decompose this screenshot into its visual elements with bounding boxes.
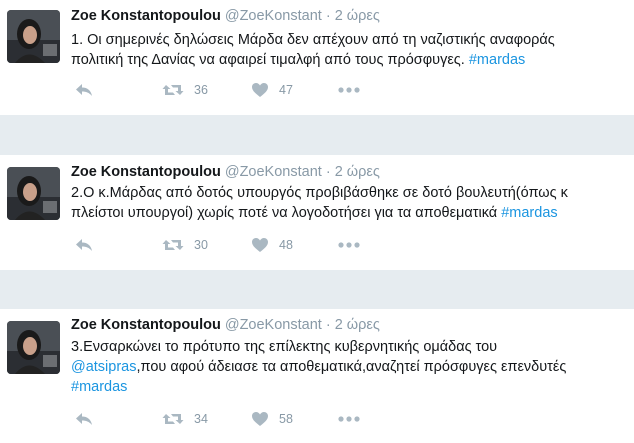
like-count: 58 [279,412,293,426]
more-icon [338,415,360,423]
more-button[interactable] [338,409,360,429]
timestamp[interactable]: 2 ώρες [335,317,380,333]
author-handle[interactable]: @ZoeKonstant [225,164,322,180]
like-button[interactable]: 47 [251,80,293,100]
reply-button[interactable] [75,409,93,429]
more-icon [338,241,360,249]
avatar[interactable] [7,167,60,220]
author-name[interactable]: Zoe Konstantopoulou [71,8,221,24]
retweet-count: 34 [194,412,208,426]
reply-icon [75,411,93,427]
retweet-icon [162,237,184,253]
retweet-icon [162,411,184,427]
retweet-count: 30 [194,238,208,252]
heart-icon [251,82,269,98]
retweet-button[interactable]: 30 [162,235,208,255]
retweet-icon [162,82,184,98]
mention-link[interactable]: @atsipras [71,359,137,375]
author-handle[interactable]: @ZoeKonstant [225,317,322,333]
timestamp[interactable]: 2 ώρες [335,164,380,180]
like-count: 47 [279,83,293,97]
reply-button[interactable] [75,80,93,100]
tweet[interactable]: Zoe Konstantopoulou @ZoeKonstant · 2 ώρε… [0,309,634,443]
like-button[interactable]: 58 [251,409,293,429]
separator-dot: · [325,8,331,24]
heart-icon [251,237,269,253]
retweet-count: 36 [194,83,208,97]
hashtag-link[interactable]: #mardas [71,379,127,395]
reply-icon [75,82,93,98]
tweet-actions: 34 58 [71,409,471,429]
tweet-text-part: ,που αφού άδειασε τα αποθεματικά,αναζητε… [136,359,567,375]
reply-icon [75,237,93,253]
retweet-button[interactable]: 34 [162,409,208,429]
author-name[interactable]: Zoe Konstantopoulou [71,317,221,333]
more-button[interactable] [338,235,360,255]
more-icon [338,86,360,94]
tweet[interactable]: Zoe Konstantopoulou @ZoeKonstant · 2 ώρε… [0,0,634,115]
author-handle[interactable]: @ZoeKonstant [225,8,322,24]
tweet-text: 2.Ο κ.Μάρδας από δοτός υπουργός προβιβάσ… [71,183,631,223]
heart-icon [251,411,269,427]
avatar[interactable] [7,321,60,374]
tweet-text: 1. Οι σημερινές δηλώσεις Μάρδα δεν απέχο… [71,30,631,70]
hashtag-link[interactable]: #mardas [501,205,557,221]
tweet-actions: 36 47 [71,80,471,100]
author-name[interactable]: Zoe Konstantopoulou [71,164,221,180]
separator-dot: · [325,317,331,333]
tweet-text: 3.Ενσαρκώνει το πρότυπο της επίλεκτης κυ… [71,337,631,397]
reply-button[interactable] [75,235,93,255]
avatar[interactable] [7,10,60,63]
more-button[interactable] [338,80,360,100]
hashtag-link[interactable]: #mardas [469,52,525,68]
separator-dot: · [325,164,331,180]
retweet-button[interactable]: 36 [162,80,208,100]
like-button[interactable]: 48 [251,235,293,255]
timestamp[interactable]: 2 ώρες [335,8,380,24]
tweet-text-part: 2.Ο κ.Μάρδας από δοτός υπουργός προβιβάσ… [71,185,568,221]
tweet[interactable]: Zoe Konstantopoulou @ZoeKonstant · 2 ώρε… [0,155,634,270]
like-count: 48 [279,238,293,252]
tweet-actions: 30 48 [71,235,471,255]
tweet-text-part: 3.Ενσαρκώνει το πρότυπο της επίλεκτης κυ… [71,339,498,355]
